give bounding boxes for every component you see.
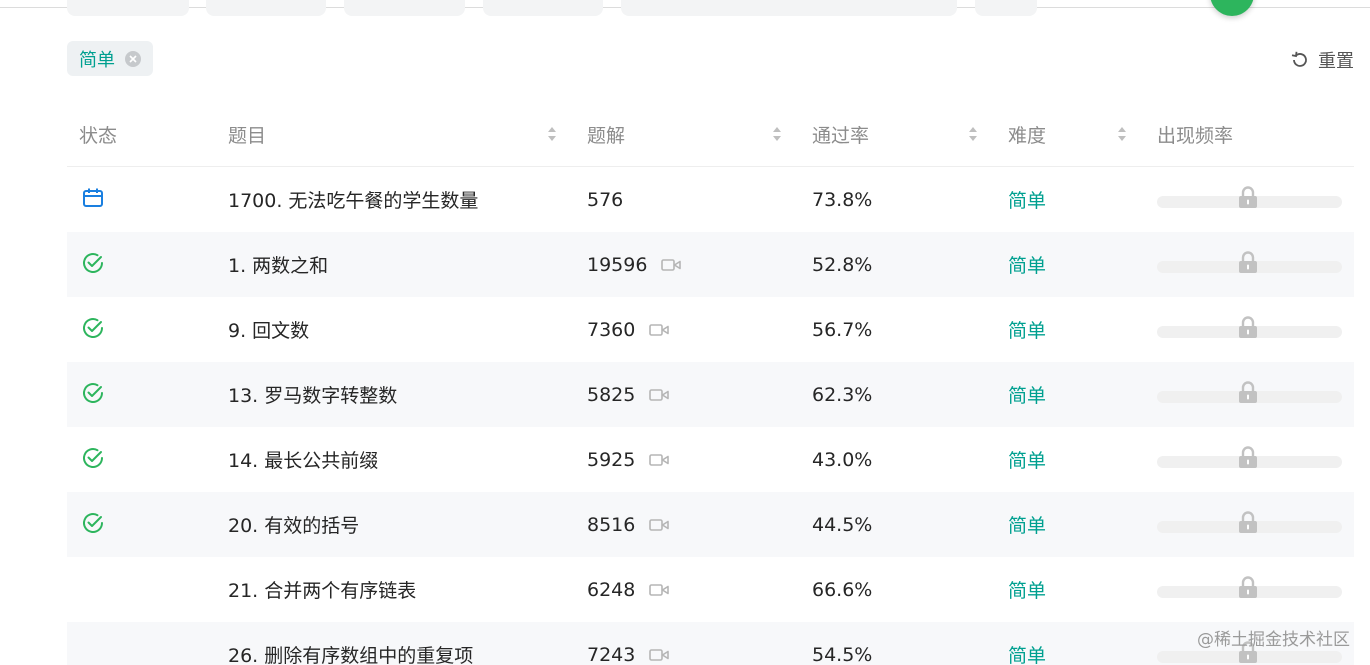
solution-count: 6248 — [587, 578, 636, 601]
acceptance-rate: 66.6% — [812, 578, 873, 601]
solution-count: 8516 — [587, 513, 636, 536]
difficulty-label: 简单 — [1008, 385, 1047, 407]
problem-title-link[interactable]: 26. 删除有序数组中的重复项 — [228, 622, 473, 665]
problem-table: 状态 题目 题解 通过率 难度 出现频率 1700. 无法吃午餐的学生数量 576… — [67, 102, 1354, 665]
table-row[interactable]: 20. 有效的括号 8516 44.5% 简单 — [67, 492, 1354, 557]
acceptance-rate: 62.3% — [812, 383, 873, 406]
acceptance-rate: 73.8% — [812, 188, 873, 211]
table-row[interactable]: 1700. 无法吃午餐的学生数量 576 73.8% 简单 — [67, 167, 1354, 232]
difficulty-filter-tag[interactable]: 简单 — [67, 41, 153, 76]
lock-icon — [1239, 381, 1257, 403]
reset-button[interactable]: 重置 — [1290, 47, 1354, 73]
solution-count-cell[interactable]: 8516 — [587, 492, 670, 557]
video-icon[interactable] — [649, 323, 670, 337]
solution-count: 19596 — [587, 253, 648, 276]
check-circle-icon — [83, 253, 103, 273]
sort-icon[interactable] — [547, 126, 557, 142]
difficulty-label: 简单 — [1008, 190, 1047, 212]
lock-icon — [1239, 576, 1257, 598]
sort-icon[interactable] — [968, 126, 978, 142]
problem-title-link[interactable]: 1. 两数之和 — [228, 232, 328, 297]
top-filter-strip — [0, 0, 1370, 16]
video-icon[interactable] — [649, 518, 670, 532]
solution-count-cell[interactable]: 7243 — [587, 622, 670, 665]
column-acceptance[interactable]: 通过率 — [812, 102, 869, 167]
acceptance-rate: 54.5% — [812, 643, 873, 665]
calendar-icon — [83, 188, 103, 207]
check-circle-icon — [83, 383, 103, 403]
close-icon[interactable] — [125, 50, 141, 67]
problem-title-link[interactable]: 9. 回文数 — [228, 297, 309, 362]
column-difficulty[interactable]: 难度 — [1008, 102, 1046, 167]
filter-dropdown[interactable] — [67, 0, 189, 16]
column-solutions[interactable]: 题解 — [587, 102, 625, 167]
solution-count-cell[interactable]: 6248 — [587, 557, 670, 622]
video-icon[interactable] — [649, 648, 670, 662]
filter-dropdown[interactable] — [483, 0, 603, 16]
video-icon[interactable] — [649, 388, 670, 402]
check-circle-icon — [83, 448, 103, 468]
check-circle-icon — [83, 318, 103, 338]
video-icon[interactable] — [649, 583, 670, 597]
filter-tag-label: 简单 — [79, 49, 115, 71]
table-row[interactable]: 13. 罗马数字转整数 5825 62.3% 简单 — [67, 362, 1354, 427]
acceptance-rate: 44.5% — [812, 513, 873, 536]
column-title[interactable]: 题目 — [228, 102, 266, 167]
lock-icon — [1239, 511, 1257, 533]
table-header: 状态 题目 题解 通过率 难度 出现频率 — [67, 102, 1354, 167]
acceptance-rate: 43.0% — [812, 448, 873, 471]
problem-title-link[interactable]: 20. 有效的括号 — [228, 492, 359, 557]
difficulty-label: 简单 — [1008, 645, 1047, 665]
solution-count: 5825 — [587, 383, 636, 406]
problem-title-link[interactable]: 14. 最长公共前缀 — [228, 427, 378, 492]
search-input[interactable] — [621, 0, 957, 16]
sort-icon[interactable] — [1117, 126, 1127, 142]
table-body: 1700. 无法吃午餐的学生数量 576 73.8% 简单 1. 两数之和 19596 52… — [67, 167, 1354, 665]
solution-count-cell[interactable]: 5825 — [587, 362, 670, 427]
difficulty-label: 简单 — [1008, 450, 1047, 472]
lock-icon — [1239, 186, 1257, 208]
lock-icon — [1239, 446, 1257, 468]
watermark: @稀土掘金技术社区 — [1197, 630, 1350, 650]
reset-icon — [1291, 51, 1307, 67]
table-row[interactable]: 26. 删除有序数组中的重复项 7243 54.5% 简单 — [67, 622, 1354, 665]
check-circle-icon — [83, 513, 103, 533]
difficulty-label: 简单 — [1008, 320, 1047, 342]
lock-icon — [1239, 251, 1257, 273]
difficulty-label: 简单 — [1008, 255, 1047, 277]
table-row[interactable]: 21. 合并两个有序链表 6248 66.6% 简单 — [67, 557, 1354, 622]
solution-count-cell[interactable]: 19596 — [587, 232, 682, 297]
sort-icon[interactable] — [772, 126, 782, 142]
solution-count-cell[interactable]: 7360 — [587, 297, 670, 362]
problem-title-link[interactable]: 13. 罗马数字转整数 — [228, 362, 397, 427]
column-frequency: 出现频率 — [1157, 125, 1234, 147]
video-icon[interactable] — [649, 453, 670, 467]
video-icon[interactable] — [661, 258, 682, 272]
solution-count-cell[interactable]: 5925 — [587, 427, 670, 492]
acceptance-rate: 56.7% — [812, 318, 873, 341]
difficulty-label: 简单 — [1008, 580, 1047, 602]
solution-count-cell[interactable]: 576 — [587, 167, 623, 232]
solution-count: 7243 — [587, 643, 636, 665]
filter-dropdown[interactable] — [206, 0, 326, 16]
filter-dropdown[interactable] — [975, 0, 1037, 16]
column-status: 状态 — [79, 125, 118, 147]
problem-title-link[interactable]: 1700. 无法吃午餐的学生数量 — [228, 167, 478, 232]
lock-icon — [1239, 316, 1257, 338]
solution-count: 5925 — [587, 448, 636, 471]
reset-label: 重置 — [1318, 51, 1354, 72]
solution-count: 576 — [587, 188, 624, 211]
table-row[interactable]: 14. 最长公共前缀 5925 43.0% 简单 — [67, 427, 1354, 492]
filter-dropdown[interactable] — [344, 0, 465, 16]
acceptance-rate: 52.8% — [812, 253, 873, 276]
table-row[interactable]: 1. 两数之和 19596 52.8% 简单 — [67, 232, 1354, 297]
solution-count: 7360 — [587, 318, 636, 341]
table-row[interactable]: 9. 回文数 7360 56.7% 简单 — [67, 297, 1354, 362]
difficulty-label: 简单 — [1008, 515, 1047, 537]
problem-title-link[interactable]: 21. 合并两个有序链表 — [228, 557, 416, 622]
random-pick-button[interactable] — [1210, 0, 1254, 16]
